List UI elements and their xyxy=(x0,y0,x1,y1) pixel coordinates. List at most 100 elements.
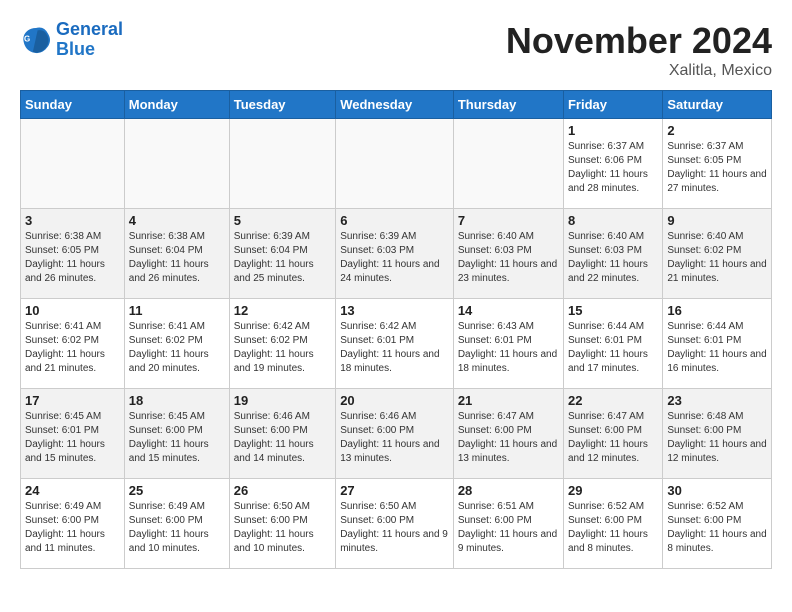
day-info: Sunrise: 6:49 AM Sunset: 6:00 PM Dayligh… xyxy=(25,500,120,556)
page-header: G General Blue November 2024 Xalitla, Me… xyxy=(20,20,772,80)
day-cell: 8Sunrise: 6:40 AM Sunset: 6:03 PM Daylig… xyxy=(563,209,662,299)
calendar-table: SundayMondayTuesdayWednesdayThursdayFrid… xyxy=(20,90,772,569)
logo-line1: General xyxy=(56,19,123,39)
week-row-3: 10 Sunrise: 6:41 AM Sunset: 6:02 PM Dayli… xyxy=(21,299,772,389)
day-cell: 7 Sunrise: 6:40 AM Sunset: 6:03 PM Daylig… xyxy=(453,209,563,299)
day-number: 23 xyxy=(667,393,767,408)
day-cell xyxy=(124,119,229,209)
day-number: 28 xyxy=(458,483,559,498)
day-cell xyxy=(336,119,454,209)
day-cell: 29 Sunrise: 6:52 AM Sunset: 6:00 PM Dayli… xyxy=(563,479,662,569)
day-cell: 3 Sunrise: 6:38 AM Sunset: 6:05 PM Daylig… xyxy=(21,209,125,299)
day-number: 24 xyxy=(25,483,120,498)
logo-line2: Blue xyxy=(56,39,95,59)
day-number: 2 xyxy=(667,123,767,138)
header-cell-monday: Monday xyxy=(124,91,229,119)
day-number: 21 xyxy=(458,393,559,408)
day-info: Sunrise: 6:43 AM Sunset: 6:01 PM Dayligh… xyxy=(458,320,559,376)
day-cell: 11Sunrise: 6:41 AM Sunset: 6:02 PM Dayli… xyxy=(124,299,229,389)
week-row-2: 3 Sunrise: 6:38 AM Sunset: 6:05 PM Daylig… xyxy=(21,209,772,299)
day-number: 14 xyxy=(458,303,559,318)
day-cell xyxy=(21,119,125,209)
header-cell-saturday: Saturday xyxy=(663,91,772,119)
day-number: 9 xyxy=(667,213,767,228)
day-cell: 21 Sunrise: 6:47 AM Sunset: 6:00 PM Dayli… xyxy=(453,389,563,479)
svg-text:G: G xyxy=(24,34,30,43)
day-info: Sunrise: 6:45 AM Sunset: 6:01 PM Dayligh… xyxy=(25,410,120,466)
day-number: 5 xyxy=(234,213,331,228)
location-title: Xalitla, Mexico xyxy=(506,62,772,80)
day-number: 13 xyxy=(340,303,449,318)
logo-text: General Blue xyxy=(56,20,123,60)
day-cell: 25 Sunrise: 6:49 AM Sunset: 6:00 PM Dayli… xyxy=(124,479,229,569)
day-number: 6 xyxy=(340,213,449,228)
day-cell: 17 Sunrise: 6:45 AM Sunset: 6:01 PM Dayli… xyxy=(21,389,125,479)
day-info: Sunrise: 6:44 AM Sunset: 6:01 PM Dayligh… xyxy=(667,320,767,376)
header-cell-sunday: Sunday xyxy=(21,91,125,119)
day-cell: 13 Sunrise: 6:42 AM Sunset: 6:01 PM Dayli… xyxy=(336,299,454,389)
day-number: 18 xyxy=(129,393,225,408)
day-info: Sunrise: 6:39 AM Sunset: 6:03 PM Dayligh… xyxy=(340,230,449,286)
day-info: Sunrise: 6:52 AM Sunset: 6:00 PM Dayligh… xyxy=(667,500,767,556)
day-cell: 16 Sunrise: 6:44 AM Sunset: 6:01 PM Dayli… xyxy=(663,299,772,389)
logo-icon: G xyxy=(20,24,52,56)
day-cell: 18 Sunrise: 6:45 AM Sunset: 6:00 PM Dayli… xyxy=(124,389,229,479)
day-info: Sunrise: 6:42 AM Sunset: 6:02 PM Dayligh… xyxy=(234,320,331,376)
day-info: Sunrise: 6:38 AM Sunset: 6:04 PM Dayligh… xyxy=(129,230,225,286)
day-cell xyxy=(229,119,335,209)
day-info: Sunrise: 6:42 AM Sunset: 6:01 PM Dayligh… xyxy=(340,320,449,376)
day-info: Sunrise: 6:49 AM Sunset: 6:00 PM Dayligh… xyxy=(129,500,225,556)
day-number: 17 xyxy=(25,393,120,408)
day-number: 10 xyxy=(25,303,120,318)
week-row-1: 1Sunrise: 6:37 AM Sunset: 6:06 PM Daylig… xyxy=(21,119,772,209)
day-number: 19 xyxy=(234,393,331,408)
day-info: Sunrise: 6:40 AM Sunset: 6:02 PM Dayligh… xyxy=(667,230,767,286)
logo: G General Blue xyxy=(20,20,123,60)
day-cell: 30Sunrise: 6:52 AM Sunset: 6:00 PM Dayli… xyxy=(663,479,772,569)
day-info: Sunrise: 6:52 AM Sunset: 6:00 PM Dayligh… xyxy=(568,500,658,556)
day-cell: 26 Sunrise: 6:50 AM Sunset: 6:00 PM Dayli… xyxy=(229,479,335,569)
day-info: Sunrise: 6:45 AM Sunset: 6:00 PM Dayligh… xyxy=(129,410,225,466)
day-cell: 23Sunrise: 6:48 AM Sunset: 6:00 PM Dayli… xyxy=(663,389,772,479)
day-info: Sunrise: 6:46 AM Sunset: 6:00 PM Dayligh… xyxy=(340,410,449,466)
day-number: 26 xyxy=(234,483,331,498)
day-cell: 27 Sunrise: 6:50 AM Sunset: 6:00 PM Dayli… xyxy=(336,479,454,569)
day-info: Sunrise: 6:40 AM Sunset: 6:03 PM Dayligh… xyxy=(458,230,559,286)
day-number: 15 xyxy=(568,303,658,318)
day-info: Sunrise: 6:41 AM Sunset: 6:02 PM Dayligh… xyxy=(25,320,120,376)
day-number: 11 xyxy=(129,303,225,318)
day-cell: 10 Sunrise: 6:41 AM Sunset: 6:02 PM Dayli… xyxy=(21,299,125,389)
day-cell xyxy=(453,119,563,209)
day-number: 12 xyxy=(234,303,331,318)
header-cell-tuesday: Tuesday xyxy=(229,91,335,119)
day-cell: 24 Sunrise: 6:49 AM Sunset: 6:00 PM Dayli… xyxy=(21,479,125,569)
header-cell-friday: Friday xyxy=(563,91,662,119)
day-info: Sunrise: 6:37 AM Sunset: 6:06 PM Dayligh… xyxy=(568,140,658,196)
day-number: 29 xyxy=(568,483,658,498)
day-cell: 1Sunrise: 6:37 AM Sunset: 6:06 PM Daylig… xyxy=(563,119,662,209)
day-info: Sunrise: 6:40 AM Sunset: 6:03 PM Dayligh… xyxy=(568,230,658,286)
day-number: 4 xyxy=(129,213,225,228)
day-number: 7 xyxy=(458,213,559,228)
day-cell: 9 Sunrise: 6:40 AM Sunset: 6:02 PM Daylig… xyxy=(663,209,772,299)
day-info: Sunrise: 6:44 AM Sunset: 6:01 PM Dayligh… xyxy=(568,320,658,376)
month-title: November 2024 xyxy=(506,20,772,62)
day-number: 25 xyxy=(129,483,225,498)
day-info: Sunrise: 6:47 AM Sunset: 6:00 PM Dayligh… xyxy=(458,410,559,466)
week-row-5: 24 Sunrise: 6:49 AM Sunset: 6:00 PM Dayli… xyxy=(21,479,772,569)
day-info: Sunrise: 6:46 AM Sunset: 6:00 PM Dayligh… xyxy=(234,410,331,466)
day-cell: 6 Sunrise: 6:39 AM Sunset: 6:03 PM Daylig… xyxy=(336,209,454,299)
day-number: 27 xyxy=(340,483,449,498)
day-cell: 2Sunrise: 6:37 AM Sunset: 6:05 PM Daylig… xyxy=(663,119,772,209)
day-info: Sunrise: 6:39 AM Sunset: 6:04 PM Dayligh… xyxy=(234,230,331,286)
week-row-4: 17 Sunrise: 6:45 AM Sunset: 6:01 PM Dayli… xyxy=(21,389,772,479)
day-cell: 14 Sunrise: 6:43 AM Sunset: 6:01 PM Dayli… xyxy=(453,299,563,389)
day-info: Sunrise: 6:38 AM Sunset: 6:05 PM Dayligh… xyxy=(25,230,120,286)
day-info: Sunrise: 6:50 AM Sunset: 6:00 PM Dayligh… xyxy=(340,500,449,556)
day-info: Sunrise: 6:50 AM Sunset: 6:00 PM Dayligh… xyxy=(234,500,331,556)
day-number: 3 xyxy=(25,213,120,228)
day-number: 16 xyxy=(667,303,767,318)
day-number: 22 xyxy=(568,393,658,408)
day-info: Sunrise: 6:51 AM Sunset: 6:00 PM Dayligh… xyxy=(458,500,559,556)
day-cell: 12 Sunrise: 6:42 AM Sunset: 6:02 PM Dayli… xyxy=(229,299,335,389)
